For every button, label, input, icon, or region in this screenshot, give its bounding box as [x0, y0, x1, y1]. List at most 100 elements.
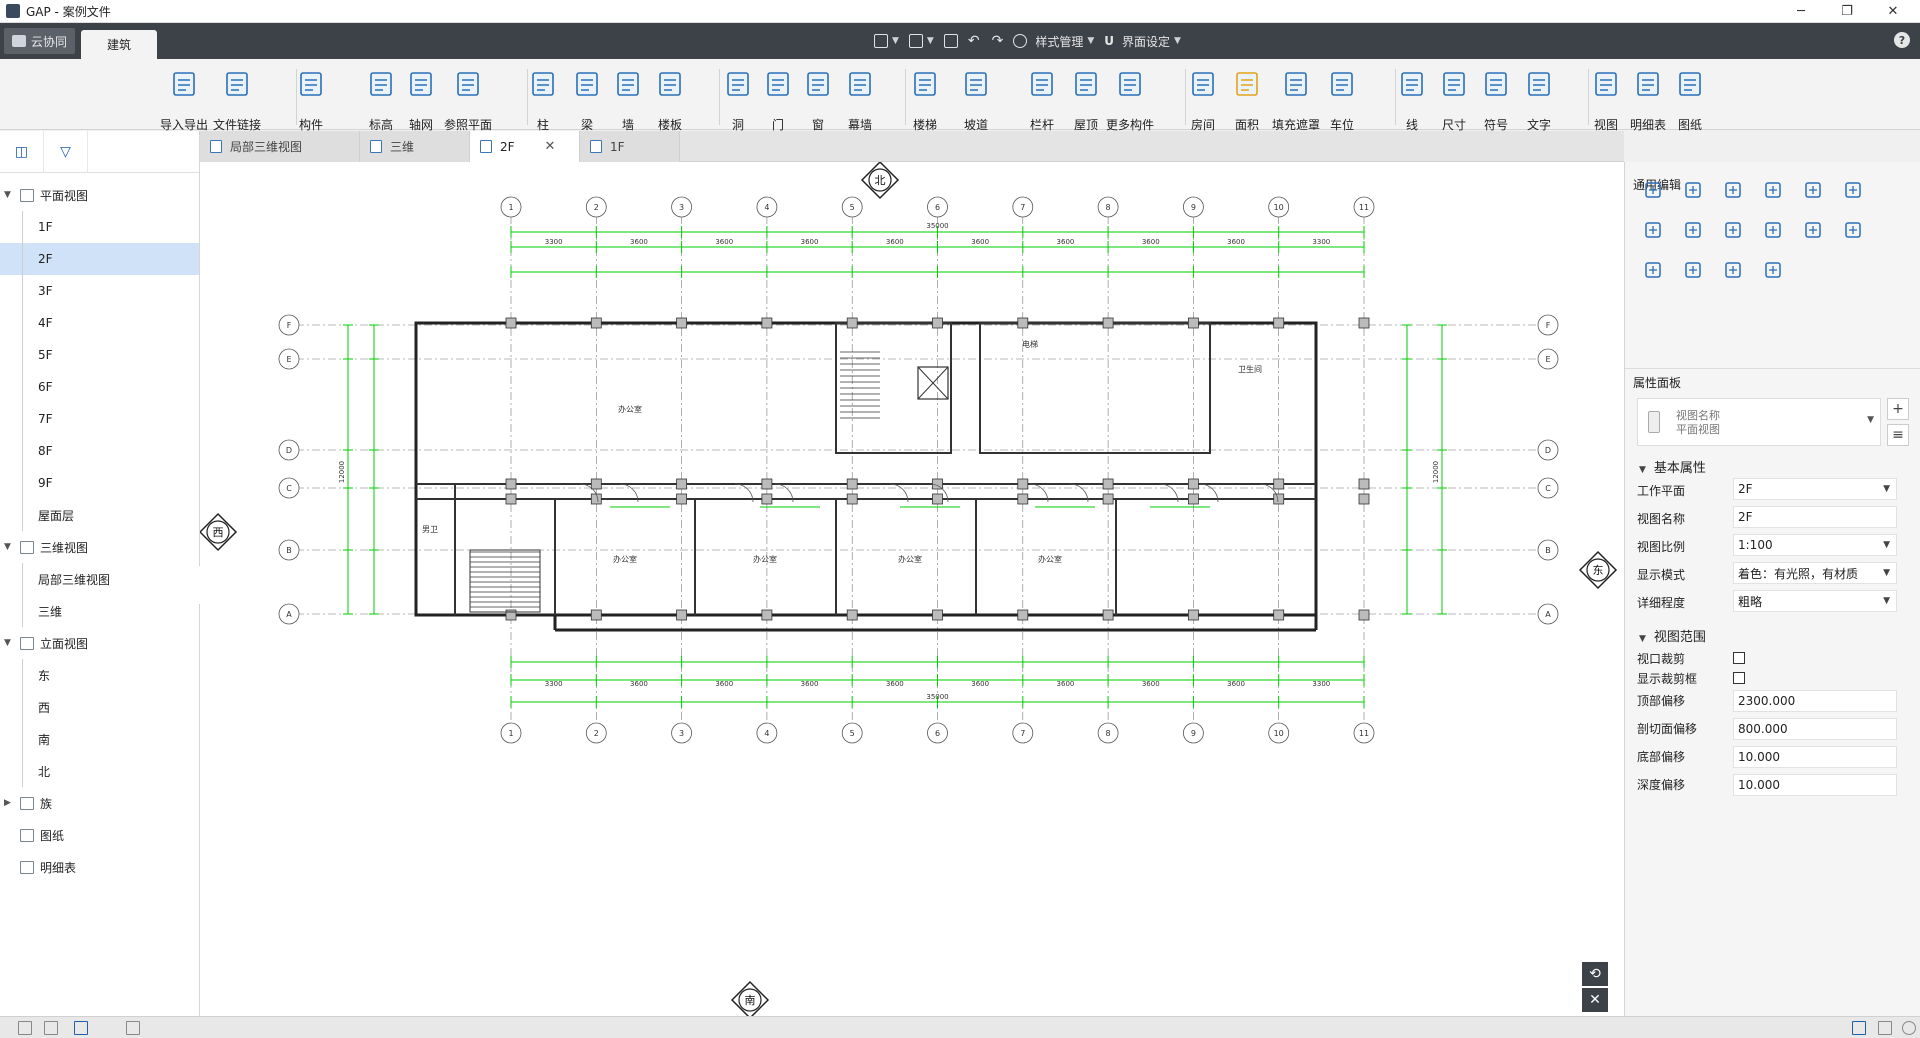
- scale-icon[interactable]: [1763, 260, 1783, 280]
- type-selector[interactable]: 视图名称 平面视图 ▼: [1637, 398, 1881, 446]
- tree-item[interactable]: 图纸: [0, 819, 199, 851]
- type-settings-button[interactable]: ≡: [1887, 424, 1909, 446]
- rotate-icon[interactable]: [1723, 180, 1743, 200]
- minimize-button[interactable]: ─: [1778, 0, 1824, 23]
- group-icon[interactable]: [1683, 260, 1703, 280]
- ramp-button[interactable]: 坡道: [949, 65, 1003, 132]
- restore-button[interactable]: ❐: [1824, 0, 1870, 23]
- trim-icon[interactable]: [1843, 180, 1863, 200]
- file-link-button[interactable]: 文件链接: [210, 65, 264, 132]
- tree-item[interactable]: 屋面层: [0, 499, 199, 531]
- checkbox[interactable]: [1733, 672, 1745, 684]
- curtain-wall-button[interactable]: 幕墙: [833, 65, 887, 132]
- copy-icon[interactable]: [1683, 180, 1703, 200]
- tree-item[interactable]: 7F: [0, 403, 199, 435]
- duplicate-icon[interactable]: [1643, 220, 1663, 240]
- tree-item[interactable]: ▼ 三维视图: [0, 531, 199, 563]
- tree-item[interactable]: 东: [0, 659, 199, 691]
- close-window-button[interactable]: ✕: [1870, 0, 1916, 23]
- prop-input[interactable]: 2300.000: [1733, 690, 1897, 712]
- tree-item[interactable]: 8F: [0, 435, 199, 467]
- ui-settings-button[interactable]: 界面设定: [1122, 33, 1170, 50]
- floor-plan-drawing[interactable]: 11223344556677889910101111F FE ED DC CB BA A35…: [200, 162, 1624, 1016]
- tree-item[interactable]: 6F: [0, 371, 199, 403]
- layout-grid-icon[interactable]: [18, 1021, 32, 1035]
- tree-item[interactable]: 2F: [0, 243, 199, 275]
- tab-cloud-collab[interactable]: 云协同: [4, 28, 76, 54]
- open-file-icon[interactable]: [908, 34, 923, 48]
- chevron-down-icon[interactable]: ▼: [4, 638, 14, 648]
- panel-toggle-icon[interactable]: ◫: [0, 130, 44, 173]
- tree-item[interactable]: 4F: [0, 307, 199, 339]
- chevron-down-icon[interactable]: ▼: [4, 542, 14, 552]
- more-components-button[interactable]: 更多构件: [1103, 65, 1157, 132]
- layout-split-icon[interactable]: [44, 1021, 58, 1035]
- sheet-button[interactable]: 图纸: [1663, 65, 1717, 132]
- prop-value-text: 10.000: [1738, 750, 1780, 764]
- move-icon[interactable]: [1643, 180, 1663, 200]
- text-button[interactable]: 文字: [1512, 65, 1566, 132]
- prop-input[interactable]: 10.000: [1733, 746, 1897, 768]
- tree-item[interactable]: ▼ 立面视图: [0, 627, 199, 659]
- prop-value[interactable]: 粗略 ▼: [1733, 590, 1897, 612]
- tab-view[interactable]: 三维: [360, 131, 470, 162]
- help-button[interactable]: ?: [1894, 32, 1910, 48]
- filter-icon[interactable]: ▽: [44, 130, 88, 173]
- style-manage-button[interactable]: 样式管理: [1035, 33, 1083, 50]
- prop-value[interactable]: 2F: [1733, 506, 1897, 528]
- tree-item[interactable]: 南: [0, 723, 199, 755]
- prop-value[interactable]: 1:100 ▼: [1733, 534, 1897, 556]
- add-type-button[interactable]: +: [1887, 398, 1909, 420]
- device-icon[interactable]: [1878, 1021, 1892, 1035]
- pattern-icon[interactable]: [1803, 220, 1823, 240]
- drawing-canvas[interactable]: 1 1 2 2 3 3 4 4 5 5 6 6 7 7 8 8 9 9 10 10 11 11 F F E E D D C C B B A A 35…: [200, 162, 1624, 1016]
- table-icon[interactable]: [126, 1021, 140, 1035]
- tree-item[interactable]: 西: [0, 691, 199, 723]
- layout-tiles-icon[interactable]: [74, 1021, 88, 1035]
- tree-item[interactable]: 明细表: [0, 851, 199, 883]
- array-icon[interactable]: [1763, 220, 1783, 240]
- align-icon[interactable]: [1763, 180, 1783, 200]
- delete-icon[interactable]: [1643, 260, 1663, 280]
- parking-button[interactable]: 车位: [1315, 65, 1369, 132]
- tree-item[interactable]: 1F: [0, 211, 199, 243]
- mirror-icon[interactable]: [1843, 220, 1863, 240]
- tree-item[interactable]: 局部三维视图: [0, 563, 199, 595]
- redo-icon[interactable]: ↷: [992, 33, 1004, 49]
- prop-input[interactable]: 800.000: [1733, 718, 1897, 740]
- screen-icon[interactable]: [1852, 1021, 1866, 1035]
- tab-view[interactable]: 2F ✕: [470, 131, 580, 162]
- tree-item[interactable]: 9F: [0, 467, 199, 499]
- prop-value[interactable]: 2F ▼: [1733, 478, 1897, 500]
- offset-icon[interactable]: [1683, 220, 1703, 240]
- save-icon[interactable]: [943, 34, 958, 48]
- tree-item[interactable]: 三维: [0, 595, 199, 627]
- ref-plane-button[interactable]: 参照平面: [441, 65, 495, 132]
- prop-input[interactable]: 10.000: [1733, 774, 1897, 796]
- measure-icon[interactable]: [1723, 260, 1743, 280]
- chevron-down-icon[interactable]: ▼: [4, 190, 14, 200]
- tree-item[interactable]: 3F: [0, 275, 199, 307]
- tree-item[interactable]: ▼ 平面视图: [0, 179, 199, 211]
- tree-item[interactable]: 北: [0, 755, 199, 787]
- split-icon[interactable]: [1803, 180, 1823, 200]
- component-button[interactable]: 构件: [284, 65, 338, 132]
- tab-view[interactable]: 1F: [580, 131, 680, 162]
- view-reset-button[interactable]: ⟲: [1582, 962, 1608, 986]
- tab-view[interactable]: 局部三维视图: [200, 131, 360, 162]
- basic-props-header[interactable]: ▼ 基本属性: [1639, 457, 1706, 476]
- close-tab-icon[interactable]: ✕: [545, 139, 556, 154]
- close-view-button[interactable]: ✕: [1582, 988, 1608, 1012]
- settings-icon[interactable]: [1902, 1021, 1916, 1035]
- tree-item[interactable]: ▶ 族: [0, 787, 199, 819]
- chevron-right-icon[interactable]: ▶: [4, 798, 14, 808]
- prop-value[interactable]: 着色：有光照，有材质 ▼: [1733, 562, 1897, 584]
- tab-architecture[interactable]: 建筑: [81, 30, 158, 59]
- extend-icon[interactable]: [1723, 220, 1743, 240]
- tree-item[interactable]: 5F: [0, 339, 199, 371]
- new-file-icon[interactable]: [874, 34, 888, 48]
- slab-button[interactable]: 楼板: [643, 65, 697, 132]
- undo-icon[interactable]: ↶: [968, 33, 980, 49]
- view-range-header[interactable]: ▼ 视图范围: [1639, 626, 1706, 645]
- checkbox[interactable]: [1733, 652, 1745, 664]
